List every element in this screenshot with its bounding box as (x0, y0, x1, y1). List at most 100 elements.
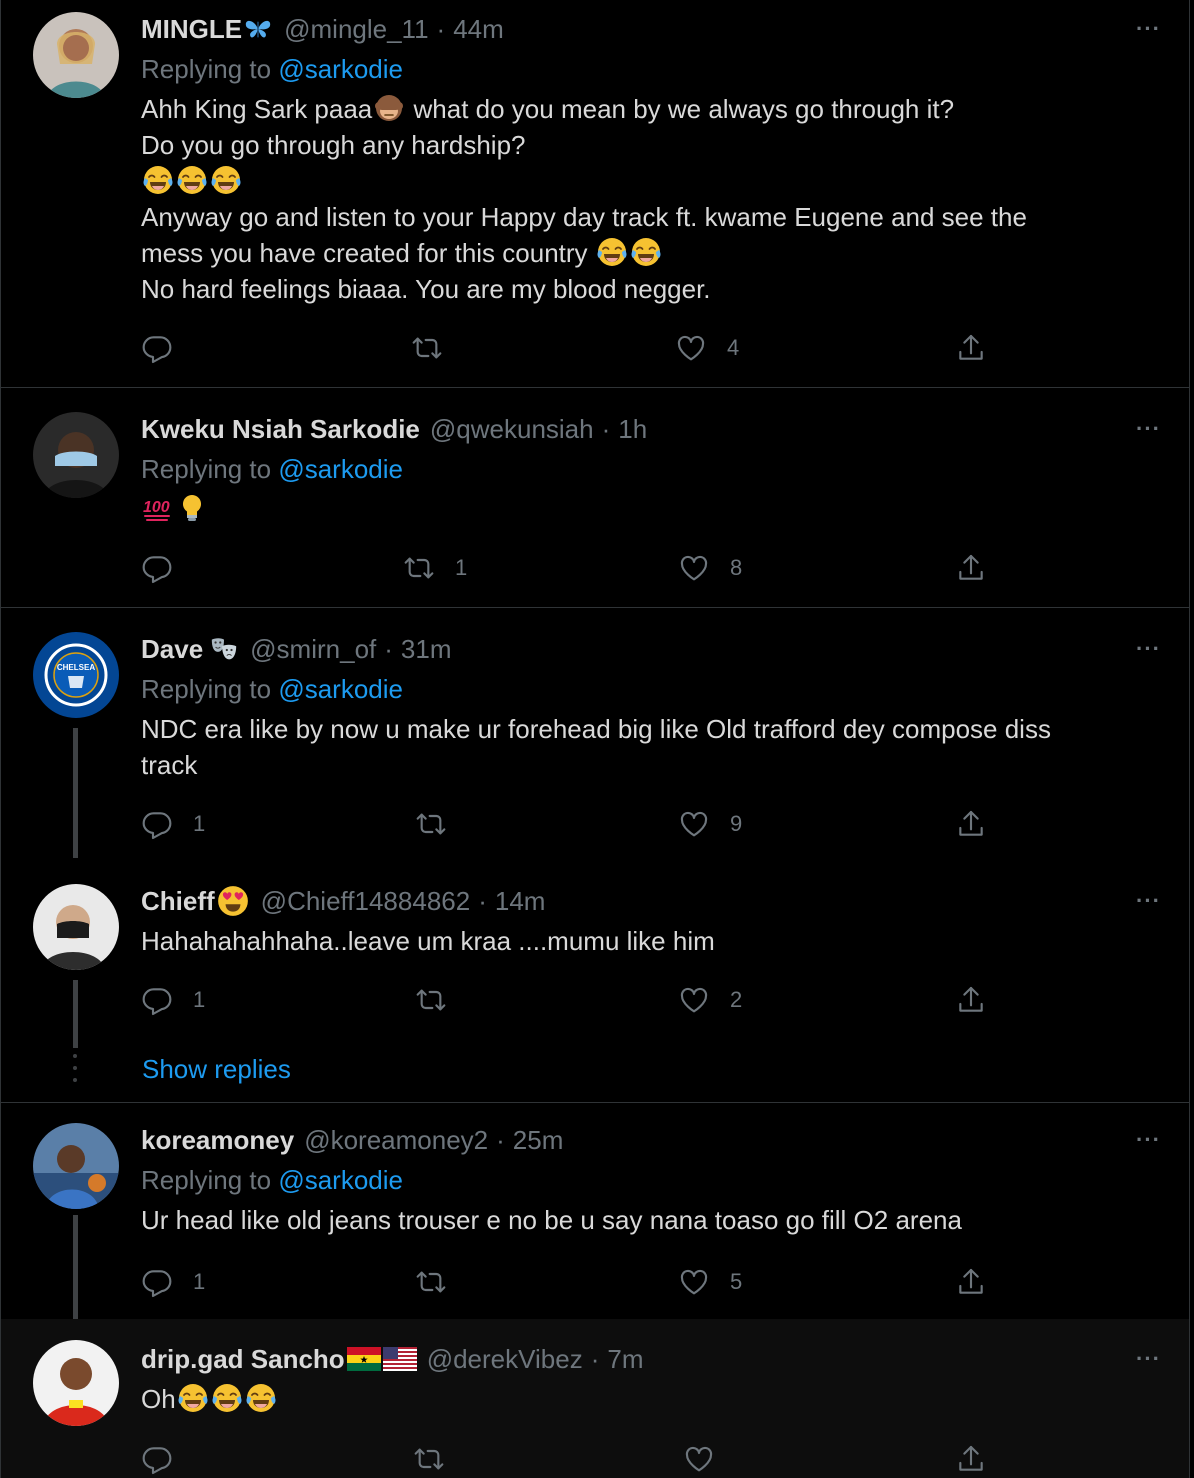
timestamp[interactable]: 7m (607, 1344, 643, 1375)
tweet[interactable]: drip.gad Sancho @derekVibez · 7m ··· Oh (1, 1319, 1189, 1478)
handle[interactable]: @mingle_11 (284, 14, 428, 45)
like-button[interactable]: 9 (678, 804, 742, 844)
show-replies-link[interactable]: Show replies (142, 1054, 291, 1085)
avatar[interactable] (33, 884, 119, 970)
retweet-button[interactable] (415, 804, 467, 844)
see-no-evil-monkey-emoji (373, 92, 405, 124)
display-name[interactable]: Dave (141, 634, 203, 665)
share-button[interactable] (955, 548, 987, 588)
handle[interactable]: @koreamoney2 (304, 1125, 488, 1156)
retweet-button[interactable] (411, 328, 463, 368)
display-name[interactable]: drip.gad Sancho (141, 1344, 345, 1375)
reply-button[interactable]: 1 (141, 980, 205, 1020)
mention-link[interactable]: @sarkodie (278, 454, 403, 484)
reply-icon (141, 552, 173, 584)
like-button[interactable] (683, 1439, 735, 1478)
reply-button[interactable] (141, 1439, 193, 1478)
tweet-text-fragment: Ahh King Sark paaa (141, 94, 373, 124)
joy-emoji (596, 236, 628, 268)
tweet-header: MINGLE @mingle_11 · 44m (141, 12, 504, 46)
reply-icon (141, 332, 173, 364)
retweet-button[interactable]: 1 (403, 548, 467, 588)
timestamp[interactable]: 14m (495, 886, 546, 917)
tweet[interactable]: MINGLE @mingle_11 · 44m ··· Replying to … (1, 0, 1189, 388)
avatar[interactable] (33, 1340, 119, 1426)
mention-link[interactable]: @sarkodie (278, 54, 403, 84)
tweet[interactable]: koreamoney @koreamoney2 · 25m ··· Replyi… (1, 1103, 1189, 1319)
reply-button[interactable] (141, 548, 193, 588)
tweet-line (141, 163, 1159, 199)
timestamp[interactable]: 1h (618, 414, 647, 445)
tweet-line: Hahahahahhaha..leave um kraa ....mumu li… (141, 926, 715, 956)
heart-icon (678, 552, 710, 584)
like-button[interactable]: 8 (678, 548, 742, 588)
tweet-header: Chieff @Chieff14884862 · 14m (141, 884, 545, 918)
tweet-line: Oh (141, 1381, 1159, 1417)
display-name[interactable]: MINGLE (141, 14, 242, 45)
retweet-button[interactable] (413, 1439, 465, 1478)
display-name[interactable]: Kweku Nsiah Sarkodie (141, 414, 420, 445)
avatar[interactable] (33, 1123, 119, 1209)
share-button[interactable] (955, 1439, 987, 1478)
share-icon (955, 984, 987, 1016)
time-separator: · (590, 1343, 600, 1374)
share-button[interactable] (955, 1262, 987, 1302)
avatar[interactable] (33, 412, 119, 498)
like-button[interactable]: 5 (678, 1262, 742, 1302)
handle[interactable]: @qwekunsiah (430, 414, 594, 445)
retweet-button[interactable] (415, 1262, 467, 1302)
timestamp[interactable]: 44m (453, 14, 504, 45)
us-flag-emoji (382, 1347, 417, 1371)
reply-button[interactable] (141, 328, 193, 368)
share-button[interactable] (955, 328, 987, 368)
share-icon (955, 552, 987, 584)
reply-count: 1 (193, 987, 206, 1012)
joy-emoji (177, 1382, 209, 1414)
tweet-text-fragment: Oh (141, 1384, 176, 1414)
like-count: 5 (730, 1269, 743, 1294)
replying-to: Replying to @sarkodie (141, 54, 403, 85)
avatar[interactable]: CHELSEA (33, 632, 119, 718)
reply-count: 1 (193, 1269, 206, 1294)
more-icon[interactable]: ··· (1136, 416, 1161, 442)
replying-to: Replying to @sarkodie (141, 454, 403, 485)
tweet[interactable]: Kweku Nsiah Sarkodie @qwekunsiah · 1h ··… (1, 388, 1189, 608)
more-icon[interactable]: ··· (1136, 1127, 1161, 1153)
share-button[interactable] (955, 804, 987, 844)
tweet-text-fragment: mess you have created for this country (141, 238, 588, 268)
more-icon[interactable]: ··· (1136, 1346, 1161, 1372)
like-count: 8 (730, 555, 743, 580)
replying-label: Replying to (141, 674, 272, 704)
handle[interactable]: @Chieff14884862 (261, 886, 471, 917)
reply-button[interactable]: 1 (141, 1262, 205, 1302)
replying-to: Replying to @sarkodie (141, 1165, 403, 1196)
display-name[interactable]: Chieff (141, 886, 215, 917)
like-button[interactable]: 4 (675, 328, 739, 368)
display-name[interactable]: koreamoney (141, 1125, 294, 1156)
heart-icon (678, 808, 710, 840)
mention-link[interactable]: @sarkodie (278, 1165, 403, 1195)
more-icon[interactable]: ··· (1136, 888, 1161, 914)
tweet-text: Ur head like old jeans trouser e no be u… (141, 1202, 1159, 1238)
tweet-line: Ur head like old jeans trouser e no be u… (141, 1205, 962, 1235)
more-icon[interactable]: ··· (1136, 636, 1161, 662)
reply-button[interactable]: 1 (141, 804, 205, 844)
replying-label: Replying to (141, 54, 272, 84)
retweet-button[interactable] (415, 980, 467, 1020)
avatar[interactable] (33, 12, 119, 98)
handle[interactable]: @derekVibez (427, 1344, 583, 1375)
handle[interactable]: @smirn_of (250, 634, 376, 665)
thread-line (73, 728, 78, 858)
timestamp[interactable]: 25m (513, 1125, 564, 1156)
mention-link[interactable]: @sarkodie (278, 674, 403, 704)
share-button[interactable] (955, 980, 987, 1020)
like-button[interactable]: 2 (678, 980, 742, 1020)
heart-eyes-emoji (216, 884, 250, 918)
thread-line (73, 1215, 78, 1319)
replying-label: Replying to (141, 1165, 272, 1195)
timestamp[interactable]: 31m (401, 634, 452, 665)
reply-icon (141, 1266, 173, 1298)
butterfly-emoji (243, 14, 273, 44)
more-icon[interactable]: ··· (1136, 16, 1161, 42)
tweet-actions (141, 1439, 1189, 1478)
